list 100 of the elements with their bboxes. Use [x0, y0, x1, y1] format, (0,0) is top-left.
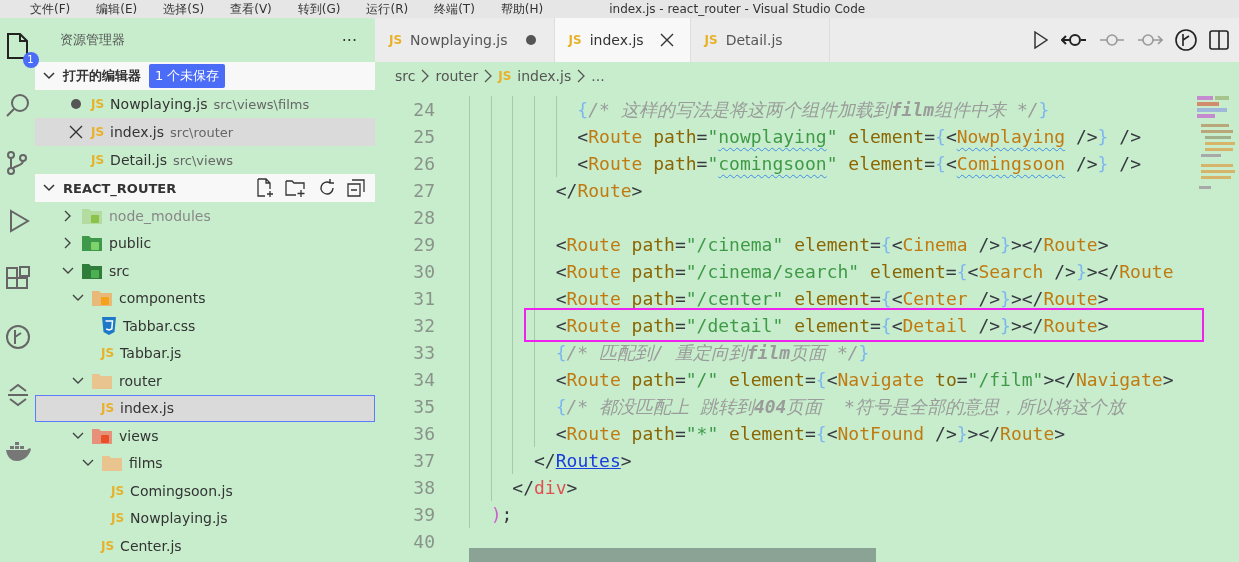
section-title: REACT_ROUTER — [63, 180, 177, 196]
close-icon[interactable] — [69, 125, 83, 139]
tree-item[interactable]: src — [35, 257, 375, 285]
js-file-icon: JS — [101, 346, 115, 361]
git-graph-icon[interactable] — [4, 324, 31, 350]
js-file-icon: JS — [91, 125, 105, 139]
file-name: Nowplaying.js — [130, 510, 228, 527]
whale-icon[interactable] — [4, 440, 31, 462]
open-editor-item[interactable]: JS Detail.js src\views — [35, 146, 375, 174]
line-number: 40 — [412, 531, 435, 552]
menu-item[interactable]: 选择(S) — [163, 0, 205, 18]
code-line: <Route path="/detail" element={<Detail />}></Route> — [555, 315, 1109, 336]
tree-item[interactable]: JS Nowplaying.js — [35, 504, 375, 532]
tree-item[interactable]: public — [35, 229, 375, 257]
scrollbar[interactable] — [469, 548, 876, 562]
js-file-icon: JS — [704, 33, 718, 47]
file-path: src\views — [173, 152, 234, 168]
menu-item[interactable]: 终端(T) — [434, 0, 475, 18]
breadcrumb-item[interactable]: index.js — [517, 68, 572, 84]
section-header[interactable]: 打开的编辑器 1 个未保存 — [35, 62, 375, 90]
editor-tab[interactable]: JS Nowplaying.js — [375, 18, 555, 62]
extensions-icon[interactable] — [4, 266, 31, 292]
file-name: Tabbar.js — [120, 345, 182, 362]
notification-badge: 1 — [22, 52, 39, 68]
file-name: src — [109, 262, 130, 279]
folder-icon — [91, 426, 113, 445]
file-name: router — [119, 372, 162, 389]
js-file-icon: JS — [91, 97, 105, 111]
window-title: index.js - react_router - Visual Studio Code — [609, 2, 866, 16]
tree-item[interactable]: JS Center.js — [35, 532, 375, 560]
tree-item[interactable]: Tabbar.css — [35, 312, 375, 340]
tab-label: index.js — [589, 32, 644, 48]
line-number: 26 — [412, 153, 435, 174]
menu-item[interactable]: 帮助(H) — [500, 0, 544, 18]
code-line: </div> — [512, 477, 578, 498]
line-number: 25 — [412, 126, 435, 147]
code-line: <Route path="/center" element={<Center />}></Route> — [555, 288, 1109, 309]
close-icon[interactable] — [659, 33, 674, 47]
tree-item[interactable]: JS Comingsoon.js — [35, 477, 375, 505]
tree-item[interactable]: router — [35, 367, 375, 395]
line-number: 24 — [412, 99, 435, 120]
tree-item[interactable]: components — [35, 284, 375, 312]
chevron-right-icon — [484, 69, 493, 83]
unsaved-badge: 1 个未保存 — [149, 64, 226, 88]
line-number: 29 — [412, 234, 435, 255]
code-line: <Route path="*" element={<NotFound />}></Route> — [555, 423, 1066, 444]
menu-item[interactable]: 查看(V) — [230, 0, 272, 18]
tree-item[interactable]: JS index.js — [35, 394, 375, 422]
folder-icon — [81, 234, 103, 253]
code-line: </Route> — [555, 180, 643, 201]
menu-item[interactable]: 编辑(E) — [96, 0, 138, 18]
run-icon[interactable] — [1033, 31, 1049, 49]
line-number: 34 — [412, 369, 435, 390]
line-number: 39 — [412, 504, 435, 525]
chevron-right-icon — [577, 69, 586, 83]
menu-item[interactable]: 转到(G) — [297, 0, 341, 18]
breadcrumb-item[interactable]: router — [435, 68, 479, 84]
more-actions-button[interactable]: ··· — [341, 30, 357, 50]
tree-item[interactable]: views — [35, 422, 375, 450]
js-file-icon: JS — [111, 511, 125, 526]
open-editor-item[interactable]: JS Nowplaying.js src\views\films — [35, 90, 375, 118]
new-file-icon[interactable] — [255, 178, 275, 198]
menu-item[interactable]: 文件(F) — [30, 0, 71, 18]
js-file-icon: JS — [101, 401, 115, 416]
git-branch-icon[interactable] — [1175, 29, 1197, 51]
section-title: 打开的编辑器 — [63, 67, 141, 85]
code-line: <Route path="/cinema" element={<Cinema />}></Route> — [555, 234, 1109, 255]
search-icon[interactable] — [4, 92, 31, 118]
code-line: <Route path="/cinema/search" element={<Search />}></Route — [555, 261, 1174, 282]
js-file-icon: JS — [101, 538, 115, 553]
js-file-icon: JS — [91, 153, 105, 167]
file-name: index.js — [110, 124, 165, 140]
code-line: <Route path="/" element={<Navigate to="/film"></Navigate> — [555, 369, 1174, 390]
file-name: index.js — [120, 400, 175, 417]
new-folder-icon[interactable] — [285, 178, 307, 198]
file-name: views — [119, 427, 159, 444]
tree-item[interactable]: JS Tabbar.js — [35, 339, 375, 367]
breadcrumb-item[interactable]: src — [395, 68, 416, 84]
editor-tab[interactable]: JS Detail.js — [690, 18, 830, 62]
code-line: <Route path="comingsoon" element={<Comingsoon />} /> — [577, 153, 1141, 174]
refresh-icon[interactable] — [317, 178, 337, 198]
open-editor-item[interactable]: JS index.js src\router — [35, 118, 375, 146]
split-editor-icon[interactable] — [1209, 30, 1229, 50]
tab-label: Detail.js — [725, 32, 783, 48]
collapse-all-icon[interactable] — [347, 179, 365, 197]
code-line: <Route path="nowplaying" element={<Nowplaying />} /> — [577, 126, 1141, 147]
code-line: {/* 匹配到/ 重定向到film页面 */} — [555, 340, 870, 365]
file-name: Tabbar.css — [123, 317, 196, 334]
file-path: src\router — [170, 124, 234, 140]
editor-tab[interactable]: JS index.js — [554, 18, 691, 62]
tree-item[interactable]: films — [35, 449, 375, 477]
folder-icon — [91, 371, 113, 390]
file-name: public — [109, 235, 152, 252]
section-header[interactable]: REACT_ROUTER — [35, 174, 375, 202]
breadcrumb-item[interactable]: ... — [591, 68, 605, 84]
file-name: node_modules — [109, 207, 211, 224]
file-path: src\views\films — [213, 96, 310, 112]
commit-left-icon[interactable] — [1061, 32, 1087, 48]
folder-icon — [91, 289, 113, 308]
menu-item[interactable]: 运行(R) — [366, 0, 409, 18]
